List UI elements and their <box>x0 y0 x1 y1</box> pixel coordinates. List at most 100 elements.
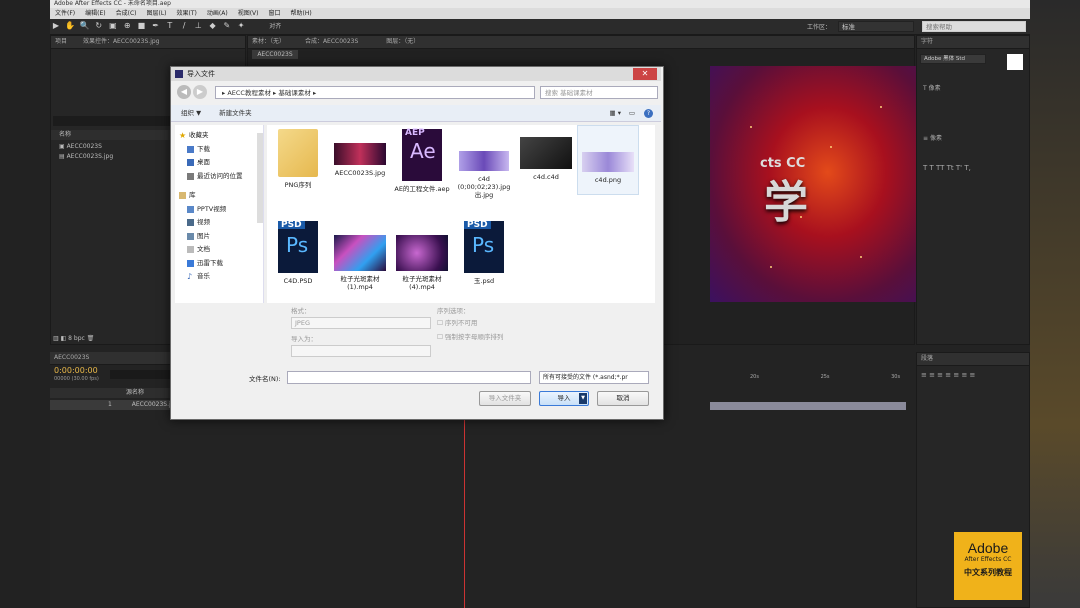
back-icon[interactable]: ◀ <box>177 85 191 99</box>
workspace-select[interactable]: 标准 <box>838 21 914 32</box>
layer-tab[interactable]: 图层：（无） <box>386 38 419 45</box>
brush-tool-icon[interactable]: / <box>179 21 189 31</box>
preview-pane-icon[interactable]: ▭ <box>629 105 635 121</box>
selection-tool-icon[interactable]: ▶ <box>51 21 61 31</box>
menu-item[interactable]: 帮助(H) <box>286 8 317 19</box>
menu-item[interactable]: 效果(T) <box>172 8 202 19</box>
nav-scrollbar[interactable] <box>257 133 263 223</box>
eraser-tool-icon[interactable]: ◆ <box>208 21 218 31</box>
format-select[interactable]: JPEG <box>291 317 431 329</box>
file-item-c4d[interactable]: c4d.c4d <box>515 129 577 181</box>
file-item-psd[interactable]: PSD Ps 玉.psd <box>453 221 515 285</box>
file-item-aep[interactable]: AEP Ae AE的工程文件.aep <box>391 129 453 194</box>
effect-controls-tab[interactable]: 效果控件：AECC0023S.jpg <box>83 38 160 45</box>
nav-desktop[interactable]: 桌面 <box>175 156 263 170</box>
nav-pptv[interactable]: PPTV视频 <box>175 203 263 217</box>
align-label: 对齐 <box>269 23 282 30</box>
cancel-button[interactable]: 取消 <box>597 391 649 406</box>
timeline-ruler[interactable]: 20s 25s 30s <box>710 374 910 382</box>
nav-music[interactable]: ♪ 音乐 <box>175 270 263 284</box>
file-item-mp4[interactable]: 粒子光斑素材(1).mp4 <box>329 221 391 291</box>
name-column-header[interactable]: 名称 <box>51 131 71 138</box>
new-folder-button[interactable]: 新建文件夹 <box>219 109 252 117</box>
file-item-psd[interactable]: PSD Ps C4D.PSD <box>267 221 329 285</box>
rotate-tool-icon[interactable]: ↻ <box>94 21 104 31</box>
download-folder-icon <box>187 145 194 153</box>
char-size-row[interactable]: T 像素 <box>923 84 941 94</box>
search-help-input[interactable]: 搜索帮助 <box>922 21 1026 32</box>
file-item-mp4[interactable]: 粒子光斑素材(4).mp4 <box>391 221 453 291</box>
current-time-indicator[interactable] <box>464 412 465 608</box>
composition-tab[interactable]: 合成：AECC0023S <box>305 38 358 45</box>
force-alpha-checkbox[interactable]: ☐ 强制按字母顺序排列 <box>437 331 503 341</box>
project-tab[interactable]: 项目 <box>55 38 67 45</box>
nav-favorites[interactable]: ★ 收藏夹 <box>175 129 263 143</box>
organize-button[interactable]: 组织 ▼ <box>181 109 201 117</box>
format-label: 格式： <box>291 307 311 315</box>
camera-tool-icon[interactable]: ▣ <box>108 21 118 31</box>
nav-recent[interactable]: 最近访问的位置 <box>175 170 263 184</box>
file-item-png-hovered[interactable]: c4d.png <box>577 125 639 195</box>
fill-color-swatch[interactable] <box>1007 54 1023 70</box>
puppet-tool-icon[interactable]: ✦ <box>236 21 246 31</box>
address-bar: ◀ ▶ ▸ AECC教程素材 ▸ 基础课素材 ▸ 搜索 基础课素材 <box>175 85 659 101</box>
nav-pictures[interactable]: 图片 <box>175 230 263 244</box>
timecode-display[interactable]: 0:00:00:00 <box>54 366 98 375</box>
import-as-select[interactable] <box>291 345 431 357</box>
nav-thunder[interactable]: 迅雷下载 <box>175 257 263 271</box>
layer-duration-bar[interactable] <box>710 402 906 410</box>
file-item-jpg[interactable]: AECC0023S.jpg <box>329 129 391 177</box>
roto-tool-icon[interactable]: ✎ <box>222 21 232 31</box>
project-tabbar: 项目 效果控件：AECC0023S.jpg <box>51 36 245 49</box>
file-label: 粒子光斑素材(1).mp4 <box>340 275 380 291</box>
nav-documents[interactable]: 文档 <box>175 243 263 257</box>
bpc-toggle[interactable]: ▥ ◧ 8 bpc 🗑 <box>53 335 94 342</box>
comp-chip[interactable]: AECC0023S <box>252 50 298 59</box>
file-label: c4d.png <box>594 176 622 184</box>
paragraph-tab[interactable]: 段落 <box>917 353 1029 366</box>
nav-videos[interactable]: 视频 <box>175 216 263 230</box>
rectangle-tool-icon[interactable]: ■ <box>136 21 146 31</box>
paragraph-align-buttons[interactable]: ≡ ≡ ≡ ≡ ≡ ≡ ≡ <box>921 371 975 379</box>
hand-tool-icon[interactable]: ✋ <box>65 21 75 31</box>
menu-item[interactable]: 动画(A) <box>202 8 233 19</box>
file-item-c4d-image[interactable]: c4d (0;00;02;23).jpg 出.jpg <box>453 129 515 199</box>
breadcrumb-item[interactable]: 基础课素材 <box>278 89 311 97</box>
breadcrumb[interactable]: ▸ AECC教程素材 ▸ 基础课素材 ▸ <box>215 86 535 99</box>
import-button[interactable]: 导入 ▼ <box>539 391 589 406</box>
char-indent-row[interactable]: ≡ 像素 <box>923 134 942 144</box>
folder-search-input[interactable]: 搜索 基础课素材 <box>540 86 658 99</box>
text-style-buttons[interactable]: T T TT Tt T' T, <box>923 164 971 172</box>
nav-downloads[interactable]: 下载 <box>175 143 263 157</box>
zoom-tool-icon[interactable]: 🔍 <box>79 21 89 31</box>
menu-item[interactable]: 图层(L) <box>142 8 172 19</box>
menu-item[interactable]: 文件(F) <box>50 8 80 19</box>
import-folder-button[interactable]: 导入文件夹 <box>479 391 531 406</box>
help-icon[interactable]: ? <box>644 109 653 118</box>
pan-behind-tool-icon[interactable]: ⊕ <box>122 21 132 31</box>
menu-item[interactable]: 合成(C) <box>111 8 142 19</box>
view-mode-icon[interactable]: ▦ ▾ <box>610 105 621 121</box>
menu-item[interactable]: 编辑(E) <box>80 8 110 19</box>
file-glyph: Ps <box>472 233 495 257</box>
file-type-select[interactable]: 所有可接受的文件 (*.asnd;*.pr <box>539 371 649 384</box>
nav-library[interactable]: 库 <box>175 189 263 203</box>
pen-tool-icon[interactable]: ✒ <box>151 21 161 31</box>
footage-tab[interactable]: 素材：（无） <box>252 38 285 45</box>
filename-input[interactable] <box>287 371 531 384</box>
menu-item[interactable]: 视图(V) <box>233 8 264 19</box>
breadcrumb-item[interactable]: AECC教程素材 <box>227 89 271 97</box>
close-button[interactable]: ✕ <box>633 68 657 80</box>
chevron-down-icon[interactable]: ▼ <box>579 393 587 404</box>
bpc-label: 8 bpc <box>68 335 85 342</box>
type-tool-icon[interactable]: T <box>165 21 175 31</box>
menu-item[interactable]: 窗口 <box>263 8 285 19</box>
character-tab[interactable]: 字符 <box>917 36 1029 49</box>
stamp-tool-icon[interactable]: ⊥ <box>193 21 203 31</box>
font-select[interactable]: Adobe 黑体 Std <box>920 54 986 64</box>
file-item-folder[interactable]: PNG序列 <box>267 129 329 189</box>
file-badge: PSD <box>464 221 491 230</box>
ruler-tick: 30s <box>891 374 901 380</box>
sequence-checkbox[interactable]: ☐ 序列不可用 <box>437 317 477 327</box>
forward-icon[interactable]: ▶ <box>193 85 207 99</box>
